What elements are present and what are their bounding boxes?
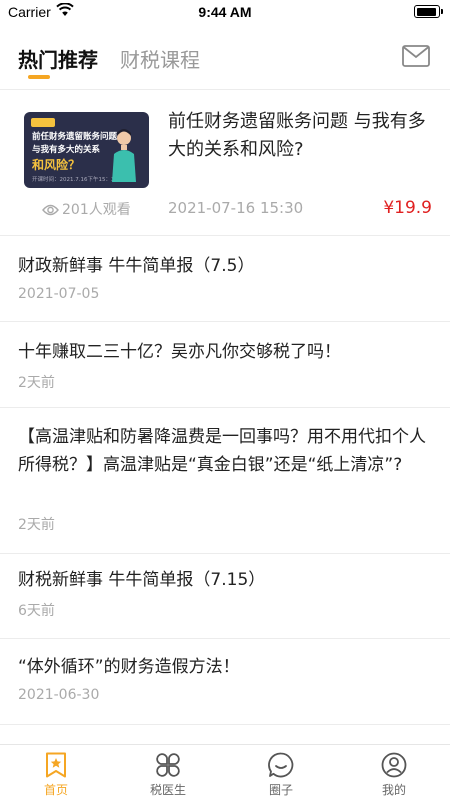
article-date: 2天前: [18, 517, 55, 533]
course-datetime: 2021-07-16 15:30: [168, 199, 304, 217]
thumbnail-title-line3: 和风险？: [32, 158, 81, 172]
thumbnail-logo: [31, 118, 55, 127]
tab-hot-recommend[interactable]: 热门推荐: [18, 44, 98, 73]
article-date: 6天前: [18, 603, 55, 619]
user-profile-icon: [381, 752, 407, 778]
chat-bubble-icon: [268, 752, 294, 778]
nav-tax-doctor[interactable]: 税医生: [112, 745, 224, 800]
nav-home-label: 首页: [43, 783, 68, 797]
nav-mine-label: 我的: [381, 783, 406, 797]
tab-tax-courses[interactable]: 财税课程: [120, 44, 200, 73]
mail-icon[interactable]: [402, 45, 430, 67]
nav-mine[interactable]: 我的: [338, 745, 450, 800]
list-item[interactable]: 财政新鲜事 牛牛简单报（7.5） 2021-07-05: [0, 237, 450, 322]
top-tabs: 热门推荐 财税课程: [0, 28, 450, 90]
thumbnail-schedule: 开课时间：2021.7.16下午15：30: [32, 177, 118, 183]
thumbnail-title-line1: 前任财务遗留账务问题: [32, 132, 118, 142]
battery-icon: [414, 5, 443, 18]
article-title: 【高温津贴和防暑降温费是一回事吗？用不用代扣个人所得税？】高温津贴是“真金白银”…: [18, 427, 426, 475]
nav-circle-label: 圈子: [268, 783, 293, 797]
thinking-person-illustration: [112, 129, 136, 182]
article-title: “体外循环”的财务造假方法！: [18, 657, 240, 677]
course-price: ¥19.9: [383, 198, 432, 218]
clock: 9:44 AM: [198, 4, 252, 20]
course-thumbnail: 前任财务遗留账务问题 与我有多大的关系 和风险？ 开课时间：2021.7.16下…: [24, 112, 149, 188]
article-title: 财政新鲜事 牛牛简单报（7.5）: [18, 256, 255, 276]
eye-icon: [42, 204, 59, 216]
list-item[interactable]: 【高温津贴和防暑降温费是一回事吗？用不用代扣个人所得税？】高温津贴是“真金白银”…: [0, 408, 450, 554]
article-date: 2021-07-05: [18, 286, 100, 302]
list-item[interactable]: “体外循环”的财务造假方法！ 2021-06-30: [0, 639, 450, 725]
article-title: 财税新鲜事 牛牛简单报（7.15）: [18, 570, 266, 590]
bottom-nav: 首页 税医生 圈子 我的: [0, 744, 450, 800]
active-tab-indicator: [28, 75, 50, 79]
article-date: 2021-06-30: [18, 687, 100, 703]
view-count: 201人观看: [42, 199, 131, 219]
view-count-label: 201人观看: [62, 202, 131, 218]
list-item[interactable]: 财税新鲜事 牛牛简单报（7.15） 6天前: [0, 554, 450, 639]
thumbnail-title-line2: 与我有多大的关系: [32, 145, 101, 155]
article-title: 十年赚取二三十亿？吴亦凡你交够税了吗！: [18, 342, 341, 362]
article-date: 2天前: [18, 375, 55, 391]
nav-circle[interactable]: 圈子: [225, 745, 337, 800]
list-item[interactable]: 十年赚取二三十亿？吴亦凡你交够税了吗！ 2天前: [0, 322, 450, 408]
course-title: 前任财务遗留账务问题 与我有多大的关系和风险?: [168, 111, 426, 160]
bookmark-star-icon: [46, 752, 66, 778]
four-petal-icon: [156, 753, 180, 777]
featured-course-card[interactable]: 前任财务遗留账务问题 与我有多大的关系 和风险？ 开课时间：2021.7.16下…: [0, 91, 450, 236]
status-bar: Carrier 9:44 AM: [0, 0, 450, 24]
nav-home[interactable]: 首页: [0, 745, 112, 800]
nav-tax-doctor-label: 税医生: [149, 783, 186, 797]
